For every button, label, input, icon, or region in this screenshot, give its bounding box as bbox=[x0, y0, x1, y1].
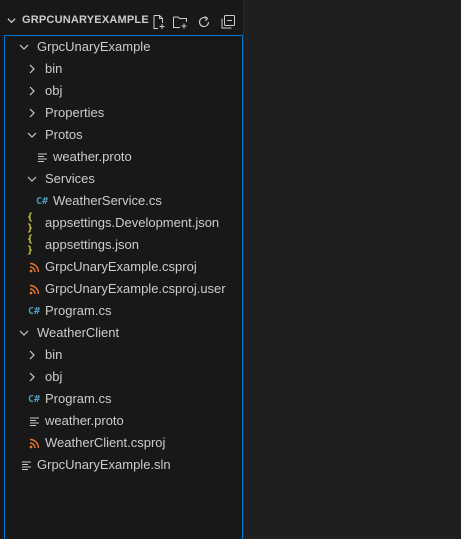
chevron-right-icon[interactable] bbox=[27, 64, 37, 74]
chevron-down-icon[interactable] bbox=[19, 328, 29, 338]
rss-file-icon bbox=[27, 435, 41, 451]
tree-file[interactable]: { } appsettings.Development.json bbox=[5, 212, 242, 234]
tree-item-label: obj bbox=[45, 83, 63, 98]
tree-item-label: appsettings.Development.json bbox=[45, 215, 220, 230]
chevron-right-icon[interactable] bbox=[27, 86, 37, 96]
new-file-icon bbox=[153, 15, 165, 29]
tree-item-label: appsettings.json bbox=[45, 237, 139, 252]
tree-file[interactable]: GrpcUnaryExample.csproj.user bbox=[5, 278, 242, 300]
tree-folder[interactable]: obj bbox=[5, 366, 242, 388]
tree-folder[interactable]: GrpcUnaryExample bbox=[5, 36, 242, 58]
tree-item-label: Properties bbox=[45, 105, 105, 120]
chevron-right-icon[interactable] bbox=[27, 108, 37, 118]
tree-file[interactable]: weather.proto bbox=[5, 146, 242, 168]
chevron-right-icon[interactable] bbox=[27, 372, 37, 382]
explorer-panel: GRPCUNARYEXAMPLE GrpcUnaryExample bin ob… bbox=[0, 0, 244, 539]
chevron-down-icon[interactable] bbox=[27, 174, 37, 184]
rss-file-icon bbox=[27, 281, 41, 297]
csharp-file-icon: C# bbox=[27, 393, 41, 405]
json-file-icon: { } bbox=[27, 234, 33, 256]
tree-folder[interactable]: Services bbox=[5, 168, 242, 190]
csharp-file-icon: C# bbox=[27, 305, 41, 317]
tree-folder[interactable]: obj bbox=[5, 80, 242, 102]
tree-item-label: WeatherClient bbox=[37, 325, 120, 340]
refresh-button[interactable] bbox=[194, 11, 214, 33]
text-file-icon bbox=[27, 413, 41, 429]
tree-file[interactable]: C# WeatherService.cs bbox=[5, 190, 242, 212]
text-file-icon bbox=[35, 149, 49, 165]
csharp-file-icon: C# bbox=[35, 195, 49, 207]
tree-item-label: weather.proto bbox=[53, 149, 132, 164]
tree-item-label: WeatherClient.csproj bbox=[45, 435, 166, 450]
explorer-title: GRPCUNARYEXAMPLE bbox=[22, 14, 149, 26]
tree-file[interactable]: C# Program.cs bbox=[5, 388, 242, 410]
chevron-right-icon[interactable] bbox=[27, 350, 37, 360]
tree-folder[interactable]: bin bbox=[5, 344, 242, 366]
chevron-down-icon[interactable] bbox=[7, 16, 16, 25]
editor-area bbox=[244, 0, 461, 539]
tree-file[interactable]: { } appsettings.json bbox=[5, 234, 242, 256]
rss-file-icon bbox=[27, 259, 41, 275]
new-folder-button[interactable] bbox=[170, 11, 190, 33]
tree-item-label: Services bbox=[45, 171, 95, 186]
tree-item-label: GrpcUnaryExample.csproj.user bbox=[45, 281, 226, 296]
file-tree: GrpcUnaryExample bin obj Properties Protos we… bbox=[4, 35, 243, 539]
tree-item-label: bin bbox=[45, 347, 63, 362]
collapse-all-button[interactable] bbox=[218, 11, 238, 33]
tree-file[interactable]: GrpcUnaryExample.sln bbox=[5, 454, 242, 476]
tree-file[interactable]: C# Program.cs bbox=[5, 300, 242, 322]
chevron-down-icon[interactable] bbox=[19, 42, 29, 52]
new-folder-icon bbox=[173, 16, 187, 29]
tree-item-label: Program.cs bbox=[45, 391, 112, 406]
chevron-down-icon[interactable] bbox=[27, 130, 37, 140]
tree-item-label: weather.proto bbox=[45, 413, 124, 428]
explorer-header[interactable]: GRPCUNARYEXAMPLE bbox=[0, 11, 244, 33]
tree-file[interactable]: weather.proto bbox=[5, 410, 242, 432]
text-file-icon bbox=[19, 457, 33, 473]
tree-folder[interactable]: Protos bbox=[5, 124, 242, 146]
new-file-button[interactable] bbox=[148, 11, 168, 33]
tree-folder[interactable]: bin bbox=[5, 58, 242, 80]
tree-folder[interactable]: WeatherClient bbox=[5, 322, 242, 344]
collapse-all-icon bbox=[221, 15, 235, 29]
tree-item-label: GrpcUnaryExample.csproj bbox=[45, 259, 197, 274]
tree-item-label: GrpcUnaryExample bbox=[37, 39, 151, 54]
tree-folder[interactable]: Properties bbox=[5, 102, 242, 124]
tree-item-label: obj bbox=[45, 369, 63, 384]
tree-item-label: Program.cs bbox=[45, 303, 112, 318]
tree-item-label: WeatherService.cs bbox=[53, 193, 162, 208]
tree-file[interactable]: GrpcUnaryExample.csproj bbox=[5, 256, 242, 278]
tree-item-label: bin bbox=[45, 61, 63, 76]
tree-file[interactable]: WeatherClient.csproj bbox=[5, 432, 242, 454]
tree-item-label: GrpcUnaryExample.sln bbox=[37, 457, 171, 472]
json-file-icon: { } bbox=[27, 212, 33, 234]
refresh-icon bbox=[198, 16, 210, 28]
tree-item-label: Protos bbox=[45, 127, 83, 142]
